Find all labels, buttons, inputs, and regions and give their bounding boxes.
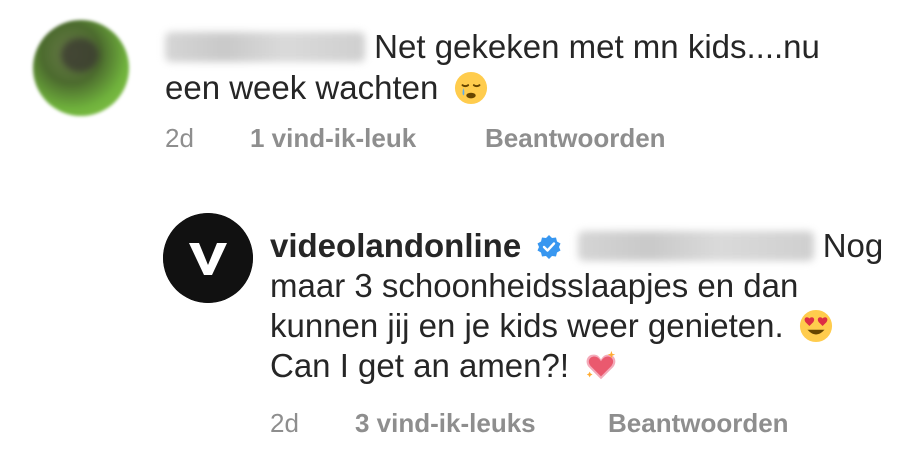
comment-2-line-3: kunnen jij en je kids weer genieten.	[270, 306, 833, 346]
comment-2-text-2: maar 3 schoonheidsslaapjes en dan	[270, 267, 799, 304]
comment-2-username[interactable]: videolandonline	[270, 227, 521, 264]
comment-2-text-1: Nog	[822, 227, 884, 264]
heart-eyes-face-icon	[799, 309, 832, 343]
comment-1-reply-button[interactable]: Beantwoorden	[485, 123, 666, 153]
comment-1-text-1: Net gekeken met mn kids....nu	[374, 28, 820, 65]
comment-2-likes[interactable]: 3 vind-ik-leuks	[355, 408, 536, 438]
user-avatar[interactable]	[33, 20, 129, 116]
verified-badge-icon	[537, 235, 561, 259]
comment-1-time: 2d	[165, 123, 194, 153]
comment-1-line-1: Net gekeken met mn kids....nu	[165, 27, 820, 67]
blurred-username[interactable]	[165, 32, 365, 62]
blurred-mention[interactable]	[577, 231, 814, 261]
comment-2-reply-button[interactable]: Beantwoorden	[608, 408, 789, 438]
videoland-avatar[interactable]	[163, 213, 253, 303]
sparkling-heart-icon	[586, 350, 616, 380]
comment-1-meta: 2d 1 vind-ik-leuk Beantwoorden	[165, 123, 725, 153]
comment-1-text-2: een week wachten	[165, 69, 439, 106]
comment-2-text-3: kunnen jij en je kids weer genieten.	[270, 307, 784, 344]
videoland-logo-icon	[163, 213, 253, 303]
comment-2-line-2: maar 3 schoonheidsslaapjes en dan	[270, 266, 798, 306]
sad-crying-face-icon	[454, 71, 487, 105]
comment-2-line-4: Can I get an amen?!	[270, 346, 618, 386]
comment-1-likes[interactable]: 1 vind-ik-leuk	[250, 123, 416, 153]
comment-2-meta: 2d 3 vind-ik-leuks Beantwoorden	[270, 408, 830, 438]
comment-1-line-2: een week wachten	[165, 68, 488, 108]
avatar-blur	[61, 38, 99, 72]
comment-2-time: 2d	[270, 408, 299, 438]
comment-2-line-1: videolandonline Nog	[270, 226, 883, 266]
comment-2-text-4: Can I get an amen?!	[270, 347, 570, 384]
